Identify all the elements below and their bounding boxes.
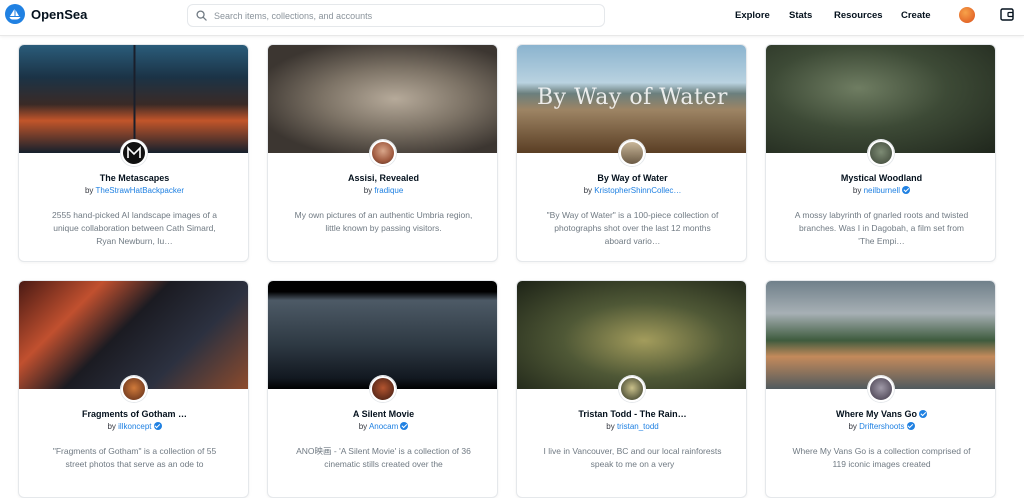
creator-link[interactable]: tristan_todd	[617, 422, 659, 431]
collection-banner-image	[19, 45, 248, 153]
collection-card[interactable]: Where My Vans Go by Driftershoots Where …	[765, 280, 996, 498]
collection-byline: by TheStrawHatBackpacker	[84, 186, 184, 195]
collection-byline: by tristan_todd	[606, 422, 659, 431]
collection-description: I live in Vancouver, BC and our local ra…	[543, 446, 722, 469]
collection-description: A mossy labyrinth of gnarled roots and t…	[794, 210, 969, 246]
search-icon	[196, 10, 207, 21]
collection-description: "Fragments of Gotham" is a collection of…	[52, 446, 217, 469]
top-navbar: OpenSea Explore Stats Resources Create	[0, 0, 1024, 36]
collection-byline: by Driftershoots	[766, 422, 995, 431]
collection-avatar	[370, 376, 396, 402]
verified-badge-icon	[902, 186, 911, 194]
collection-description: "By Way of Water" is a 100-piece collect…	[546, 210, 719, 246]
brand-logo[interactable]: OpenSea	[5, 4, 87, 24]
nav-explore-link[interactable]: Explore	[735, 10, 770, 21]
collection-description: Where My Vans Go is a collection compris…	[792, 446, 971, 469]
creator-link[interactable]: fradique	[374, 186, 403, 195]
creator-link[interactable]: illkoncept	[118, 422, 151, 431]
collection-byline: by Anocam	[268, 422, 497, 431]
nav-stats-link[interactable]: Stats	[789, 10, 812, 21]
banner-overlay-text: By Way of Water	[537, 85, 728, 110]
collection-title[interactable]: Assisi, Revealed	[268, 173, 497, 183]
collection-avatar	[370, 140, 396, 166]
creator-link[interactable]: Anocam	[369, 422, 398, 431]
collection-banner-image	[766, 281, 995, 389]
collection-card[interactable]: Mystical Woodland by neilburnell A mossy…	[765, 44, 996, 262]
creator-link[interactable]: KristopherShinnCollec…	[594, 186, 681, 195]
collection-avatar	[121, 376, 147, 402]
collection-card[interactable]: Tristan Todd - The Rain… by tristan_todd…	[516, 280, 747, 498]
verified-badge-icon	[153, 422, 162, 430]
collection-byline: by neilburnell	[766, 186, 995, 195]
collection-card[interactable]: Assisi, Revealed by fradique My own pict…	[267, 44, 498, 262]
opensea-logo-icon	[5, 4, 25, 24]
verified-badge-icon	[400, 422, 409, 430]
brand-name: OpenSea	[31, 6, 88, 22]
collection-title[interactable]: A Silent Movie	[268, 409, 497, 419]
collection-banner-image	[268, 45, 497, 153]
collection-description: 2555 hand-picked AI landscape images of …	[52, 210, 217, 246]
collection-avatar	[121, 140, 147, 166]
collection-avatar	[868, 140, 894, 166]
collection-description: ANO映画 - 'A Silent Movie' is a collection…	[296, 446, 471, 469]
nav-create-link[interactable]: Create	[901, 10, 931, 21]
collection-title[interactable]: By Way of Water	[517, 173, 746, 183]
collection-title[interactable]: Fragments of Gotham …	[19, 409, 248, 419]
creator-link[interactable]: neilburnell	[864, 186, 900, 195]
collection-avatar	[868, 376, 894, 402]
collection-card[interactable]: A Silent Movie by Anocam ANO映画 - 'A Sile…	[267, 280, 498, 498]
search-input[interactable]	[214, 10, 594, 21]
search-bar[interactable]	[187, 4, 605, 27]
creator-link[interactable]: Driftershoots	[859, 422, 904, 431]
collection-title[interactable]: Where My Vans Go	[766, 409, 995, 419]
collection-avatar	[619, 376, 645, 402]
collection-banner-image	[268, 281, 497, 389]
collection-banner-image: By Way of Water	[517, 45, 746, 153]
creator-link[interactable]: TheStrawHatBackpacker	[96, 186, 184, 195]
profile-avatar-button[interactable]	[959, 7, 975, 23]
verified-badge-icon	[906, 422, 915, 430]
collection-byline: by illkoncept	[19, 422, 248, 431]
wallet-icon[interactable]	[1000, 8, 1014, 21]
collection-avatar	[619, 140, 645, 166]
collection-description: My own pictures of an authentic Umbria r…	[294, 210, 473, 233]
collection-card[interactable]: Fragments of Gotham … by illkoncept "Fra…	[18, 280, 249, 498]
collection-card[interactable]: The Metascapes by TheStrawHatBackpacker …	[18, 44, 249, 262]
collection-banner-image	[766, 45, 995, 153]
collection-card[interactable]: By Way of Water By Way of Water by Krist…	[516, 44, 747, 262]
verified-badge-icon	[919, 410, 928, 418]
collection-banner-image	[517, 281, 746, 389]
collection-title[interactable]: Mystical Woodland	[766, 173, 995, 183]
collection-byline: by KristopherShinnCollec…	[583, 186, 682, 195]
nav-resources-link[interactable]: Resources	[834, 10, 883, 21]
collection-title[interactable]: The Metascapes	[19, 173, 248, 183]
collection-banner-image	[19, 281, 248, 389]
collection-byline: by fradique	[363, 186, 404, 195]
collection-title[interactable]: Tristan Todd - The Rain…	[517, 409, 746, 419]
